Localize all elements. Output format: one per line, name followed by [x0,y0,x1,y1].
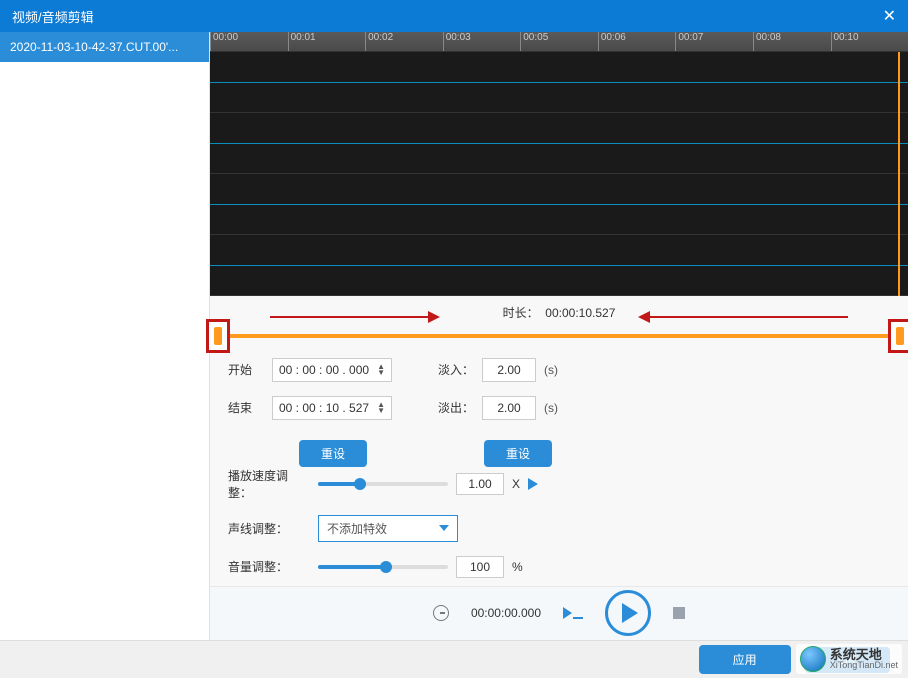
titlebar: 视频/音频剪辑 ✕ [0,0,908,32]
trim-handle-start[interactable] [206,319,230,353]
play-icon [622,603,638,623]
voice-label: 声线调整： [228,520,310,537]
end-label: 结束 [228,399,264,416]
volume-value-input[interactable]: 100 [456,556,504,578]
annotation-arrow-left [270,316,430,318]
stop-button[interactable] [673,607,685,619]
playhead-marker[interactable] [898,52,900,296]
start-label: 开始 [228,361,264,378]
globe-icon [800,646,826,672]
trim-slider-area: 时长： 00:00:10.527 [210,296,908,350]
annotation-arrow-right [648,316,848,318]
ruler-tick: 00:07 [675,32,753,51]
fadein-input[interactable]: 2.00 [482,358,536,382]
speed-label: 播放速度调整： [228,467,310,501]
controls-panel: 开始 00 : 00 : 00 . 000 ▲▼ 结束 00 : 00 : 10… [210,350,908,586]
start-time-input[interactable]: 00 : 00 : 00 . 000 ▲▼ [272,358,392,382]
speed-slider[interactable] [318,482,448,486]
ruler-tick: 00:05 [520,32,598,51]
footer-bar: 应用 OK [0,640,908,678]
reset-time-button[interactable]: 重设 [299,440,367,467]
apply-button[interactable]: 应用 [699,645,791,674]
ruler-tick: 00:02 [365,32,443,51]
main-area: 2020-11-03-10-42-37.CUT.00'... 00:00 00:… [0,32,908,640]
play-button[interactable] [605,590,651,636]
fadein-unit: (s) [544,363,558,377]
ruler-tick: 00:01 [288,32,366,51]
ruler-tick: 00:00 [210,32,288,51]
chevron-down-icon [439,525,449,531]
trim-handle-end[interactable] [888,319,908,353]
speed-value-input[interactable]: 1.00 [456,473,504,495]
volume-unit: % [512,560,523,574]
duration-label: 时长： 00:00:10.527 [210,304,908,321]
waveform-display[interactable] [210,52,908,296]
playback-time: 00:00:00.000 [471,606,541,620]
fadein-label: 淡入： [438,361,474,378]
speed-x: X [512,477,520,491]
file-sidebar: 2020-11-03-10-42-37.CUT.00'... [0,32,210,640]
playback-bar: 00:00:00.000 [210,586,908,640]
fadeout-label: 淡出： [438,399,474,416]
fadeout-input[interactable]: 2.00 [482,396,536,420]
voice-effect-select[interactable]: 不添加特效 [318,515,458,542]
preview-speed-icon[interactable] [528,478,538,490]
clock-icon [433,605,449,621]
ruler-tick: 00:06 [598,32,676,51]
volume-label: 音量调整： [228,558,310,575]
file-item[interactable]: 2020-11-03-10-42-37.CUT.00'... [0,32,209,62]
ruler-tick: 00:03 [443,32,521,51]
jump-to-icon[interactable] [563,607,583,619]
reset-fade-button[interactable]: 重设 [484,440,552,467]
watermark: 系统天地 XiTongTianDi.net [796,644,902,674]
chevron-down-icon[interactable]: ▼ [377,408,385,414]
editor-content: 00:00 00:01 00:02 00:03 00:05 00:06 00:0… [210,32,908,640]
fadeout-unit: (s) [544,401,558,415]
trim-track[interactable] [210,334,908,338]
end-time-input[interactable]: 00 : 00 : 10 . 527 ▲▼ [272,396,392,420]
close-icon[interactable]: ✕ [883,6,896,26]
volume-slider[interactable] [318,565,448,569]
time-ruler[interactable]: 00:00 00:01 00:02 00:03 00:05 00:06 00:0… [210,32,908,52]
window-title: 视频/音频剪辑 [12,7,94,26]
chevron-down-icon[interactable]: ▼ [377,370,385,376]
ruler-tick: 00:08 [753,32,831,51]
ruler-tick: 00:10 [831,32,908,51]
